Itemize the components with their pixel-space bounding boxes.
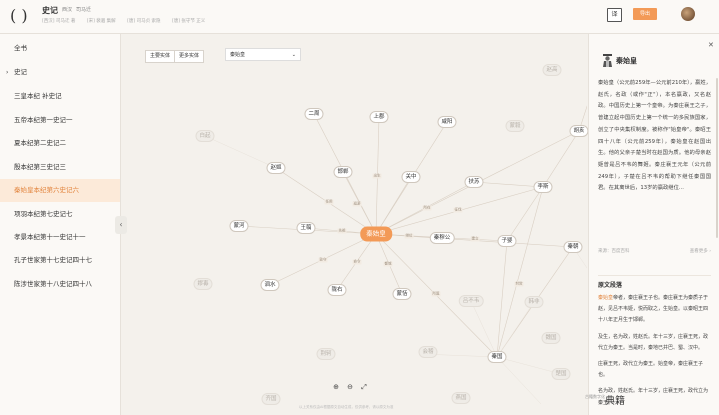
sidebar-item-chapter[interactable]: 三皇本纪 补史记 <box>0 85 120 108</box>
zoom-out-icon[interactable]: ⊖ <box>346 383 354 391</box>
paragraph[interactable]: 庄襄王死，政代立为秦王。始皇帝，秦庄襄王子也。 <box>598 359 711 381</box>
toggle-more-entities[interactable]: 更多实体 <box>175 51 203 62</box>
graph-node[interactable]: 扶苏 <box>464 176 484 188</box>
graph-node-center[interactable]: 秦始皇 <box>360 226 392 242</box>
graph-node-faded[interactable]: 楚国 <box>551 368 571 380</box>
avatar[interactable] <box>681 7 695 21</box>
sidebar-item-chapter[interactable]: 陈涉世家第十八史记四十八 <box>0 273 120 296</box>
divider <box>598 275 711 276</box>
edge-label: 建立 <box>470 236 480 242</box>
paragraph[interactable]: 秦始皇帝者，秦庄襄王子也。秦庄襄王为秦质子于赵，见吕不韦姬，悦而取之，生始皇。以… <box>598 293 711 327</box>
tag-author: 司马迁 <box>76 7 92 13</box>
view-more-link[interactable]: 查看更多 › <box>690 248 711 254</box>
edge-label: 都城 <box>383 261 393 267</box>
toggle-main-entities[interactable]: 主要实体 <box>146 51 176 62</box>
graph-node-faded[interactable]: 魏国 <box>541 332 561 344</box>
sidebar-item-chapter-active[interactable]: 秦始皇本纪第六史记六 <box>0 179 120 202</box>
graph-node[interactable]: 胡亥 <box>569 125 589 137</box>
sidebar-item-chapter[interactable]: 殷本纪第三史记三 <box>0 156 120 179</box>
graph-edges <box>204 105 587 405</box>
graph-node-faded[interactable]: 韩非 <box>524 296 544 308</box>
graph-node[interactable]: 上郡 <box>369 111 389 123</box>
section-title: 原文段落 <box>598 282 623 289</box>
graph-node-faded[interactable]: 白起 <box>195 130 215 142</box>
graph-node[interactable]: 王翦 <box>296 222 316 234</box>
graph-node[interactable]: 二周 <box>304 108 324 120</box>
graph-node-faded[interactable]: 赵高 <box>542 64 562 76</box>
edge-label: 所属 <box>431 291 441 297</box>
graph-footnote: 以上关系仅由AI根据原文自动生成，仅供参考，请以原文为准 <box>299 405 394 409</box>
fit-view-icon[interactable]: ⤢ <box>360 383 368 391</box>
sidebar-item-all[interactable]: 全书 <box>0 37 120 60</box>
entity-name: 秦始皇 <box>616 57 637 65</box>
graph-node[interactable]: 陇右 <box>327 284 347 296</box>
sidebar-item-chapter[interactable]: 五帝本纪第一史记一 <box>0 109 120 132</box>
graph-node[interactable]: 子婴 <box>497 235 517 247</box>
close-icon[interactable]: ✕ <box>708 41 714 49</box>
graph-node[interactable]: 蒙恬 <box>392 288 412 300</box>
edge-label: 所在 <box>422 205 432 211</box>
book-title: 史记 <box>42 6 58 15</box>
graph-node-faded[interactable]: 齐国 <box>261 393 281 405</box>
graph-node-faded[interactable]: 燕国 <box>451 392 471 404</box>
sidebar-item-chapter[interactable]: 孝景本纪第十一史记十一 <box>0 226 120 249</box>
graph-node[interactable]: 秦穆公 <box>429 232 455 244</box>
edge-label: 巡游 <box>352 201 362 207</box>
entity-toggle[interactable]: 主要实体 更多实体 <box>145 50 205 63</box>
graph-node[interactable]: 秦朝 <box>563 241 583 253</box>
graph-node-faded[interactable]: 蒙毅 <box>505 120 525 132</box>
chapter-sidebar: 全书 › 史记 三皇本纪 补史记 五帝本纪第一史记一 夏本纪第二史记二 殷本纪第三… <box>0 34 121 415</box>
edge-label: 命令 <box>352 259 362 265</box>
entity-bio: 秦始皇（公元前259年—公元前210年），嬴姓，赵氏，名政（或作"正"），本名赢… <box>598 80 711 192</box>
knowledge-graph[interactable]: 主要实体 更多实体 秦始皇 ⌄ 赵高 蒙毅 白起 嫪毐 吕不韦 韩非 荆轲 会稽… <box>121 34 589 415</box>
graph-node[interactable]: 泗水 <box>260 279 280 291</box>
person-portrait-icon <box>603 54 612 67</box>
sidebar-item-chapter[interactable]: 夏本纪第二史记二 <box>0 132 120 155</box>
edge-label: 出生 <box>372 173 382 179</box>
source-row: 来源：百度百科 查看更多 › <box>598 248 711 254</box>
app-header: ( ) 史记 西汉 司马迁 [西汉] 司马迁 著 [宋] 裴骃 集解 [唐] 司… <box>0 0 719 34</box>
graph-node-faded[interactable]: 会稽 <box>418 346 438 358</box>
zoom-in-icon[interactable]: ⊕ <box>332 383 340 391</box>
graph-node[interactable]: 邯郸 <box>333 166 353 178</box>
edge-label: 继位 <box>404 233 414 239</box>
source-text: 来源：百度百科 <box>598 249 630 254</box>
chevron-down-icon: ⌄ <box>291 52 296 58</box>
graph-node-faded[interactable]: 吕不韦 <box>458 295 484 307</box>
chevron-right-icon[interactable]: › <box>6 61 8 84</box>
sidebar-item-chapter[interactable]: 孔子世家第十七史记四十七 <box>0 249 120 272</box>
edge-label: 驻守 <box>318 257 328 263</box>
paragraph[interactable]: 及生，名为政，姓赵氏。年十三岁，庄襄王死，政代立为秦王。当是时，秦地已并巴、蜀、… <box>598 332 711 354</box>
watermark-caption: 古籍数字化 <box>585 394 605 399</box>
sidebar-item-shiji[interactable]: › 史记 <box>0 61 120 84</box>
graph-node[interactable]: 咸阳 <box>437 116 457 128</box>
zoom-controls: ⊕ ⊖ ⤢ <box>332 383 368 391</box>
translate-button[interactable]: 译 <box>607 8 622 22</box>
graph-node-faded[interactable]: 嫪毐 <box>193 278 213 290</box>
entity-detail-panel: ✕ 秦始皇 秦始皇（公元前259年—公元前210年），嬴姓，赵氏，名政（或作"正… <box>588 34 719 415</box>
edge-label: 征伐 <box>453 207 463 213</box>
edge-label: 先祖 <box>337 228 347 234</box>
export-button[interactable]: 导出 <box>633 8 657 20</box>
graph-node[interactable]: 赵姬 <box>266 162 286 174</box>
tag-dynasty: 西汉 <box>62 7 73 13</box>
graph-node[interactable]: 关中 <box>401 171 421 183</box>
graph-node[interactable]: 秦国 <box>487 351 507 363</box>
graph-node[interactable]: 李斯 <box>533 181 553 193</box>
scrollbar[interactable] <box>716 78 718 238</box>
book-meta: [西汉] 司马迁 著 [宋] 裴骃 集解 [唐] 司马贞 索隐 [唐] 张守节 … <box>42 19 206 24</box>
edge-label: 任用 <box>324 199 334 205</box>
graph-node-faded[interactable]: 荆轲 <box>316 348 336 360</box>
graph-node[interactable]: 蒙河 <box>229 220 249 232</box>
watermark: 典籍 <box>605 396 625 407</box>
edge-label: 封赏 <box>514 281 524 287</box>
logo-icon[interactable]: ( ) <box>10 5 34 27</box>
sidebar-item-chapter[interactable]: 项羽本纪第七史记七 <box>0 203 120 226</box>
entity-select[interactable]: 秦始皇 ⌄ <box>225 48 301 61</box>
